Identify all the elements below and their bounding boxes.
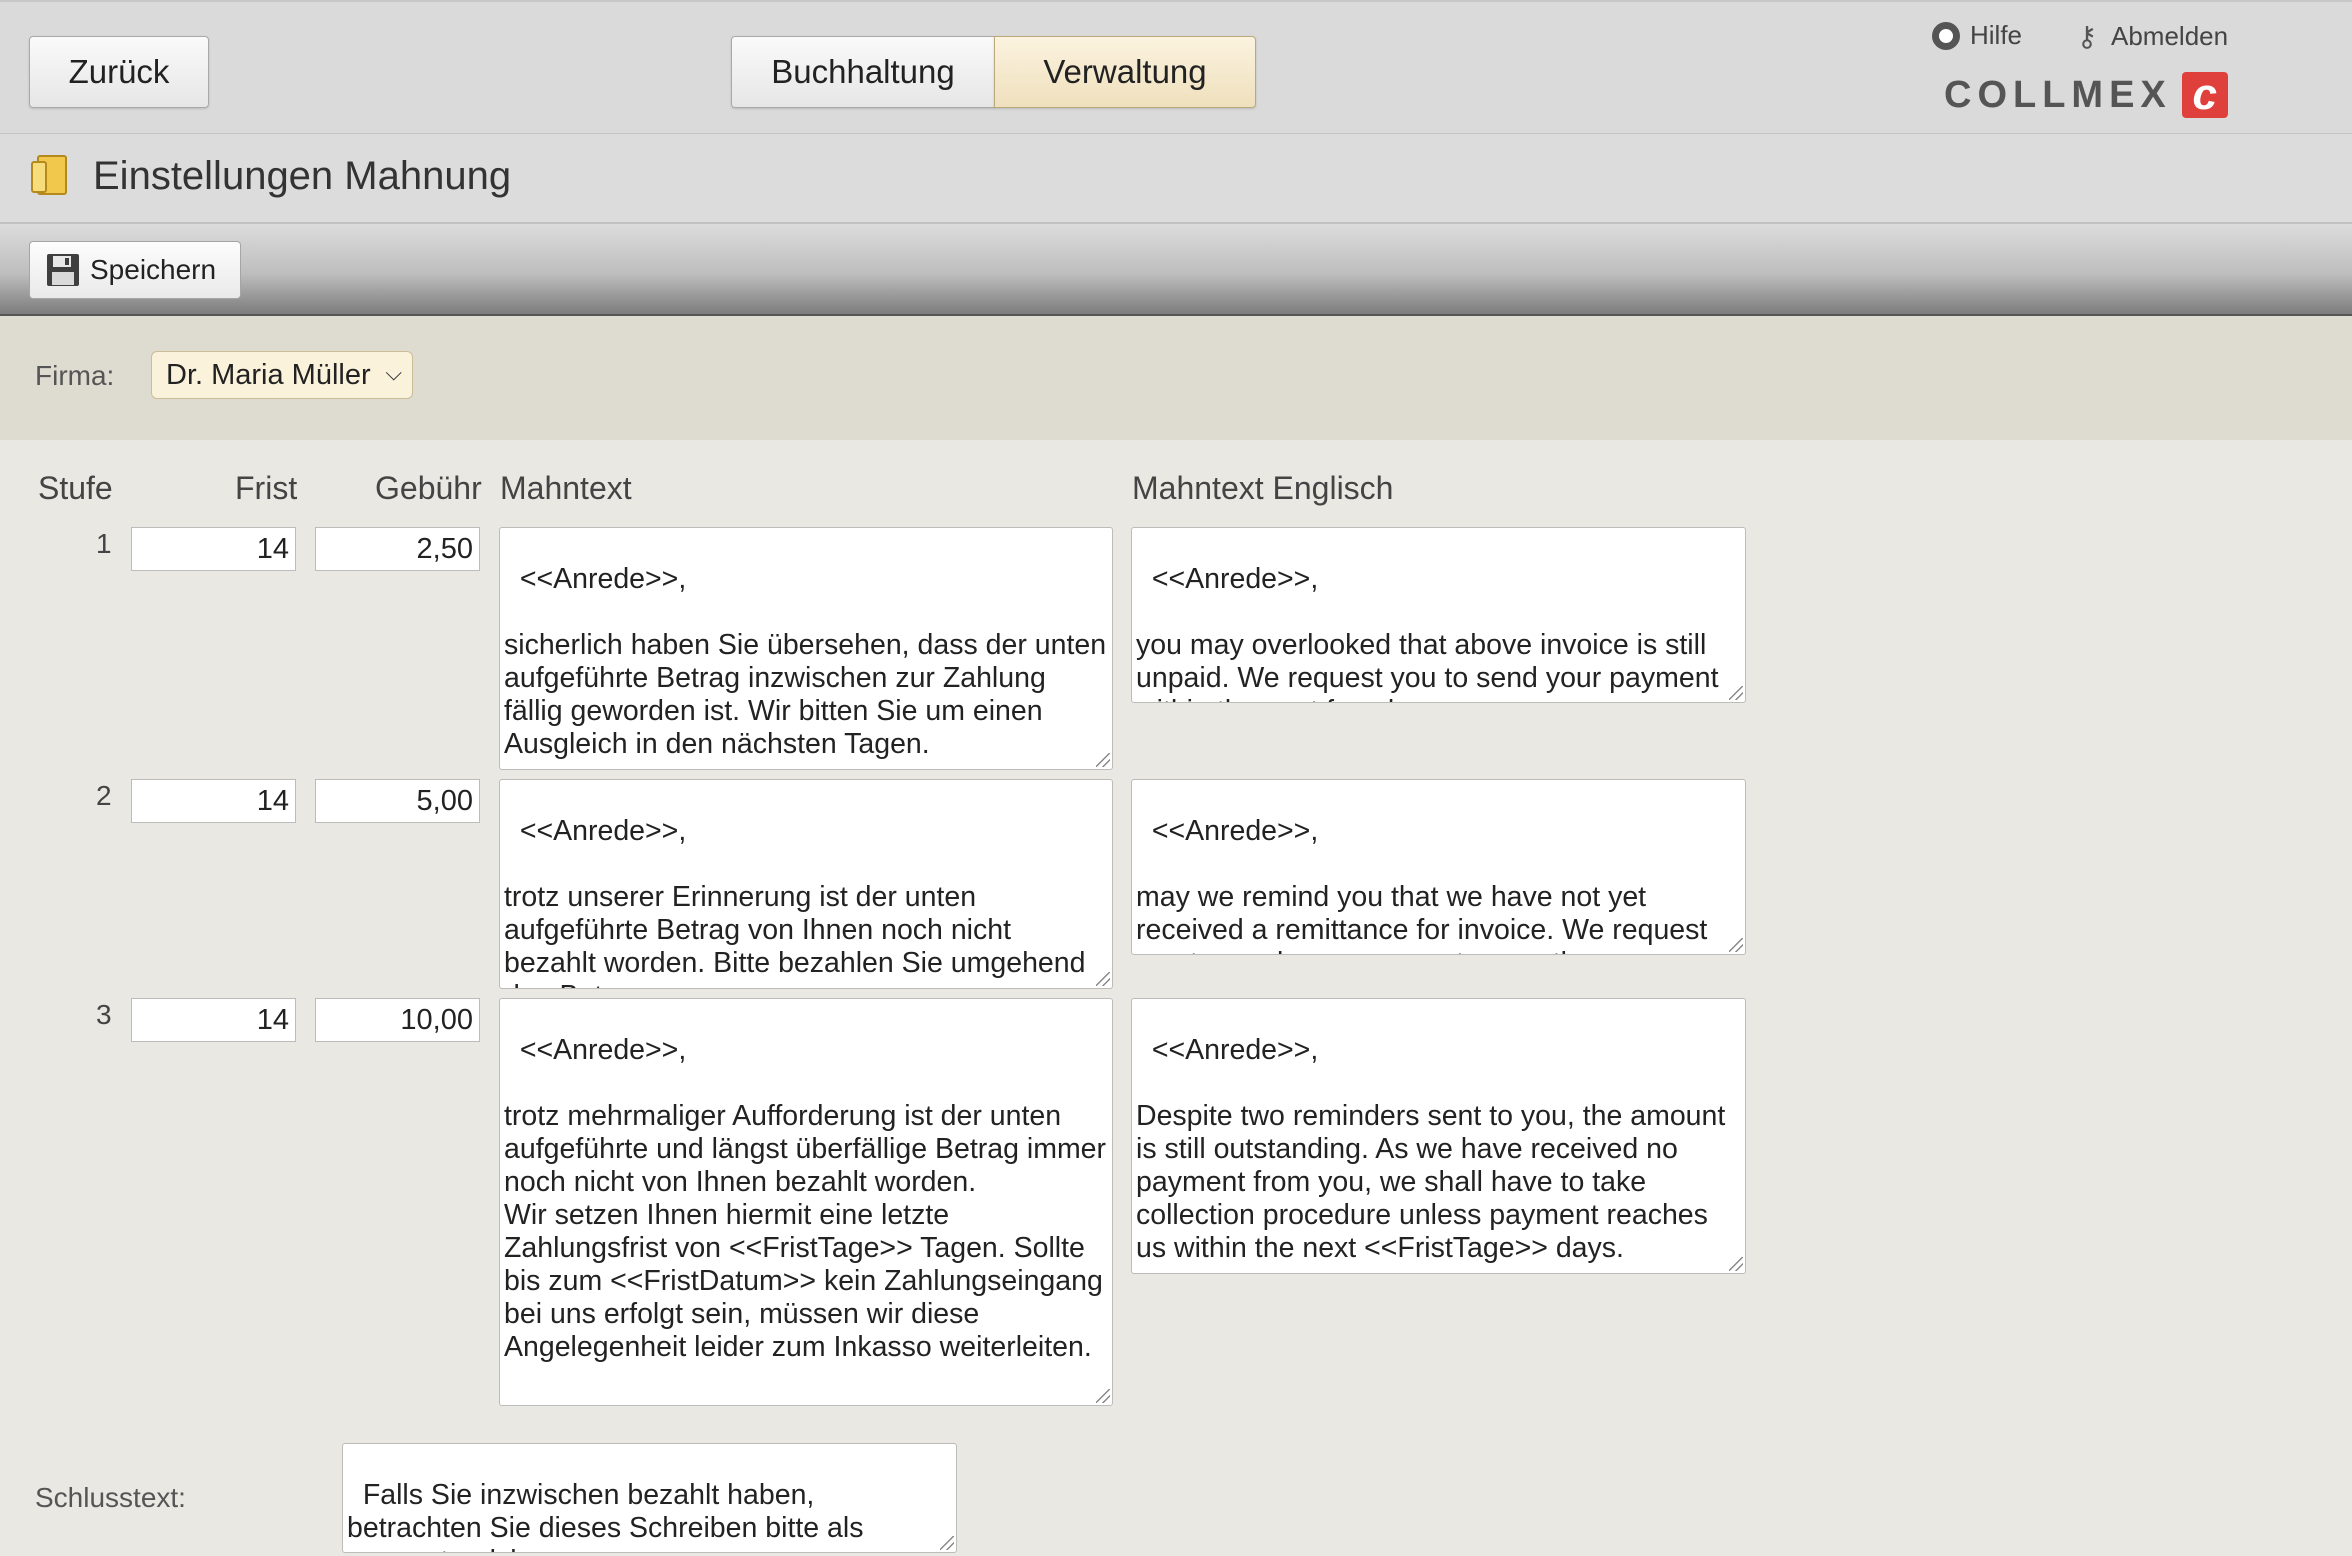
firma-label: Firma: [35, 360, 115, 391]
logout-link[interactable]: ⚷ Abmelden [2073, 20, 2228, 53]
help-label: Hilfe [1970, 20, 2023, 50]
save-button[interactable]: Speichern [29, 241, 241, 299]
key-icon: ⚷ [2076, 21, 2098, 52]
schlusstext-value: Falls Sie inzwischen bezahlt haben, betr… [347, 1479, 864, 1552]
tab-buchhaltung[interactable]: Buchhaltung [731, 36, 995, 108]
frist-input[interactable]: 14 [131, 527, 296, 571]
mahntext-value: <<Anrede>>, sicherlich haben Sie überseh… [504, 563, 1107, 760]
stufe-number: 1 [96, 528, 112, 559]
logo-text: COLLMEX [1944, 73, 2172, 116]
mahntext-englisch-value: <<Anrede>>, may we remind you that we ha… [1136, 815, 1708, 954]
mahntext-textarea[interactable]: <<Anrede>>, trotz unserer Erinnerung ist… [499, 779, 1113, 989]
tab-verwaltung[interactable]: Verwaltung [994, 36, 1256, 108]
mahntext-englisch-textarea[interactable]: <<Anrede>>, may we remind you that we ha… [1131, 779, 1746, 955]
header-mahntext: Mahntext [500, 470, 632, 506]
header-frist: Frist [235, 470, 298, 506]
folder-icon [31, 155, 67, 195]
gebuehr-input[interactable]: 5,00 [315, 779, 480, 823]
floppy-disk-icon [47, 254, 79, 286]
header-mahntext-englisch: Mahntext Englisch [1132, 470, 1394, 506]
save-label: Speichern [90, 254, 217, 285]
mahntext-textarea[interactable]: <<Anrede>>, trotz mehrmaliger Aufforderu… [499, 998, 1113, 1406]
gebuehr-input[interactable]: 10,00 [315, 998, 480, 1042]
resize-handle[interactable] [1096, 972, 1110, 986]
mahntext-englisch-value: <<Anrede>>, you may overlooked that abov… [1136, 563, 1719, 702]
resize-handle[interactable] [940, 1536, 954, 1550]
top-navigation-bar: Zurück Buchhaltung Verwaltung Hilfe ⚷ Ab… [0, 0, 2352, 134]
header-stufe: Stufe [38, 470, 113, 506]
resize-handle[interactable] [1729, 1257, 1743, 1271]
resize-handle[interactable] [1096, 1389, 1110, 1403]
stufe-number: 2 [96, 780, 112, 811]
mahntext-englisch-textarea[interactable]: <<Anrede>>, Despite two reminders sent t… [1131, 998, 1746, 1274]
mahntext-value: <<Anrede>>, trotz mehrmaliger Aufforderu… [504, 1034, 1107, 1363]
schlusstext-label: Schlusstext: [35, 1482, 186, 1513]
frist-input[interactable]: 14 [131, 779, 296, 823]
mahntext-textarea[interactable]: <<Anrede>>, sicherlich haben Sie überseh… [499, 527, 1113, 770]
help-link[interactable]: Hilfe [1932, 20, 2022, 51]
stufe-number: 3 [96, 999, 112, 1030]
mahntext-englisch-value: <<Anrede>>, Despite two reminders sent t… [1136, 1034, 1726, 1264]
mahntext-value: <<Anrede>>, trotz unserer Erinnerung ist… [504, 815, 1086, 988]
resize-handle[interactable] [1096, 753, 1110, 767]
company-filter-row: Firma: Dr. Maria Müller ⌵ [0, 316, 2352, 440]
logout-label: Abmelden [2111, 21, 2229, 51]
collmex-logo: COLLMEX c [1944, 72, 2228, 118]
page-title: Einstellungen Mahnung [93, 154, 512, 198]
header-gebuehr: Gebühr [375, 470, 482, 506]
logo-mark-icon: c [2181, 72, 2228, 118]
page-title-bar: Einstellungen Mahnung [0, 134, 2352, 224]
mahntext-englisch-textarea[interactable]: <<Anrede>>, you may overlooked that abov… [1131, 527, 1746, 703]
resize-handle[interactable] [1729, 938, 1743, 952]
frist-input[interactable]: 14 [131, 998, 296, 1042]
back-button[interactable]: Zurück [29, 36, 209, 108]
help-icon [1932, 21, 1960, 50]
firma-selected-value: Dr. Maria Müller [166, 358, 371, 391]
schlusstext-textarea[interactable]: Falls Sie inzwischen bezahlt haben, betr… [342, 1443, 957, 1553]
chevron-down-icon: ⌵ [385, 360, 402, 385]
gebuehr-input[interactable]: 2,50 [315, 527, 480, 571]
resize-handle[interactable] [1729, 686, 1743, 700]
firma-select[interactable]: Dr. Maria Müller ⌵ [151, 351, 413, 399]
toolbar: Speichern [0, 224, 2352, 316]
